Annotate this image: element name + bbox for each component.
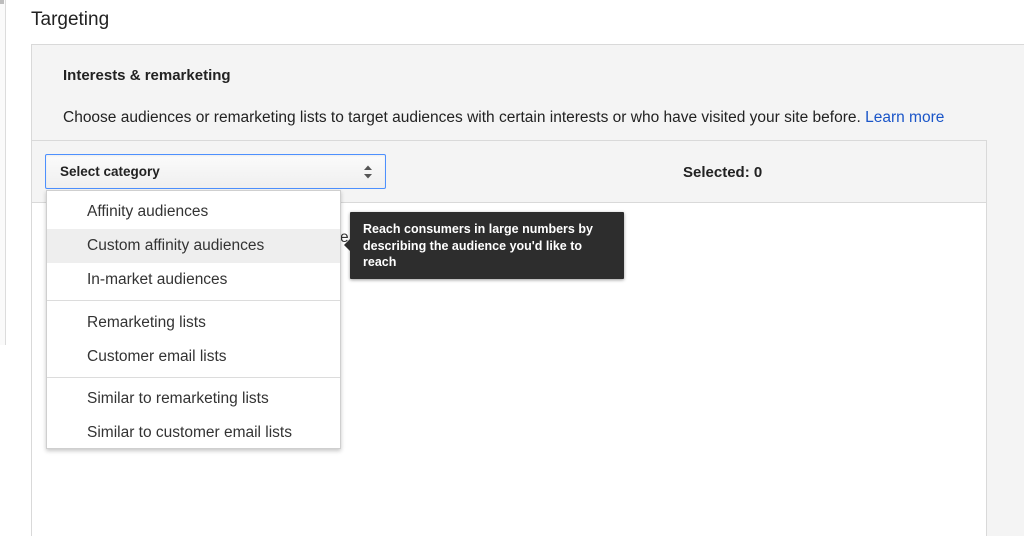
category-dropdown-menu: Affinity audiences Custom affinity audie… (46, 190, 341, 449)
custom-affinity-tooltip: Reach consumers in large numbers by desc… (344, 212, 624, 279)
select-category-dropdown[interactable]: Select category (45, 154, 386, 189)
panel-title: Interests & remarketing (63, 67, 231, 84)
tooltip-arrow (344, 239, 350, 251)
dropdown-item-similar-to-customer-email-lists[interactable]: Similar to customer email lists (47, 416, 340, 450)
dropdown-item-customer-email-lists[interactable]: Customer email lists (47, 340, 340, 374)
section-title: Targeting (31, 9, 110, 30)
selected-count: Selected: 0 (683, 164, 763, 181)
selected-column-header: Selected: 0 (666, 141, 986, 203)
panel-description-text: Choose audiences or remarketing lists to… (63, 109, 861, 126)
left-edge-border (0, 0, 6, 345)
dropdown-item-in-market-audiences[interactable]: In-market audiences (47, 263, 340, 297)
select-category-label: Select category (60, 164, 160, 179)
dropdown-divider (47, 377, 340, 378)
dropdown-item-similar-to-remarketing-lists[interactable]: Similar to remarketing lists (47, 382, 340, 416)
left-edge-tick (0, 0, 4, 4)
learn-more-link[interactable]: Learn more (865, 109, 944, 126)
dropdown-divider (47, 300, 340, 301)
targeting-page: Targeting Interests & remarketing Choose… (0, 0, 1024, 536)
dropdown-item-custom-affinity-audiences[interactable]: Custom affinity audiences (47, 229, 340, 263)
dropdown-item-remarketing-lists[interactable]: Remarketing lists (47, 306, 340, 340)
selected-column: Selected: 0 (666, 141, 987, 536)
sort-arrows-icon (364, 165, 372, 179)
tooltip-text: Reach consumers in large numbers by desc… (363, 222, 593, 269)
panel-description: Choose audiences or remarketing lists to… (63, 109, 944, 127)
selected-column-body (666, 203, 986, 536)
dropdown-item-affinity-audiences[interactable]: Affinity audiences (47, 195, 340, 229)
